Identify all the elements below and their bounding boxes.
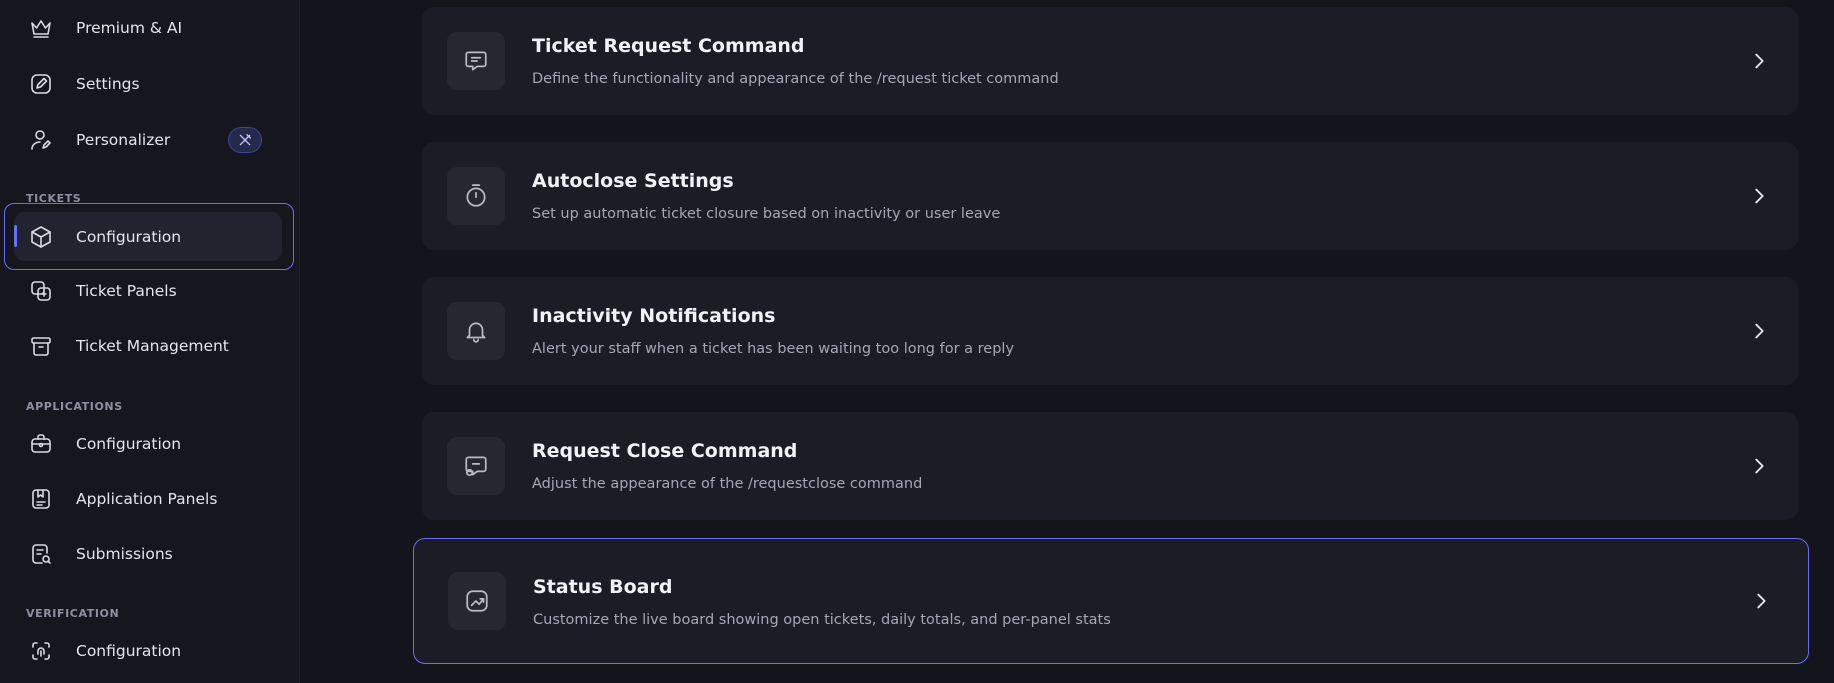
- sidebar-item-label: Application Panels: [76, 490, 218, 508]
- document-bookmark-icon: [26, 484, 56, 514]
- sidebar-item-label: Premium & AI: [76, 19, 183, 37]
- sidebar-item-ticket-panels[interactable]: Ticket Panels: [14, 266, 282, 316]
- edit-icon: [26, 69, 56, 99]
- card-title: Autoclose Settings: [532, 170, 734, 192]
- section-title-applications: APPLICATIONS: [26, 400, 123, 413]
- active-indicator: [14, 225, 17, 247]
- tools-icon: [228, 127, 262, 153]
- sidebar-item-label: Configuration: [76, 227, 182, 246]
- section-title-verification: VERIFICATION: [26, 607, 120, 620]
- message-close-icon: [447, 437, 505, 495]
- chevron-right-icon: [1748, 185, 1770, 207]
- sidebar-item-personalizer[interactable]: Personalizer: [14, 115, 282, 165]
- sidebar-item-label: Personalizer: [76, 131, 171, 149]
- sidebar-item-label: Configuration: [76, 642, 182, 660]
- chevron-right-icon: [1748, 320, 1770, 342]
- sidebar-item-tickets-configuration[interactable]: Configuration: [14, 212, 282, 261]
- message-icon: [447, 32, 505, 90]
- stopwatch-icon: [447, 167, 505, 225]
- card-description: Define the functionality and appearance …: [532, 71, 1059, 87]
- document-search-icon: [26, 539, 56, 569]
- card-description: Set up automatic ticket closure based on…: [532, 206, 1001, 222]
- card-request-close-command[interactable]: Request Close Command Adjust the appeara…: [422, 412, 1798, 520]
- crown-icon: [26, 13, 56, 43]
- sidebar: Premium & AI Settings Personalizer TICKE…: [0, 0, 300, 683]
- sidebar-item-application-panels[interactable]: Application Panels: [14, 474, 282, 524]
- app-root: Premium & AI Settings Personalizer TICKE…: [0, 0, 1834, 683]
- sidebar-item-label: Ticket Panels: [76, 282, 177, 300]
- chevron-right-icon: [1750, 590, 1772, 612]
- chart-square-icon: [448, 572, 506, 630]
- sidebar-item-settings[interactable]: Settings: [14, 59, 282, 109]
- sidebar-item-label: Settings: [76, 75, 140, 93]
- user-edit-icon: [26, 125, 56, 155]
- card-description: Customize the live board showing open ti…: [533, 612, 1111, 628]
- card-title: Inactivity Notifications: [532, 305, 776, 327]
- sidebar-item-applications-configuration[interactable]: Configuration: [14, 419, 282, 469]
- sidebar-item-label: Configuration: [76, 435, 182, 453]
- sidebar-item-premium-ai[interactable]: Premium & AI: [14, 3, 282, 53]
- sidebar-item-verification-configuration[interactable]: Configuration: [14, 626, 282, 676]
- card-status-board[interactable]: Status Board Customize the live board sh…: [413, 538, 1809, 664]
- card-description: Alert your staff when a ticket has been …: [532, 341, 1015, 357]
- archive-icon: [26, 331, 56, 361]
- card-inactivity-notifications[interactable]: Inactivity Notifications Alert your staf…: [422, 277, 1798, 385]
- cube-icon: [26, 222, 56, 252]
- briefcase-icon: [26, 429, 56, 459]
- chevron-right-icon: [1748, 455, 1770, 477]
- card-autoclose-settings[interactable]: Autoclose Settings Set up automatic tick…: [422, 142, 1798, 250]
- sidebar-item-label: Submissions: [76, 545, 173, 563]
- card-title: Status Board: [533, 576, 673, 598]
- fingerprint-icon: [26, 636, 56, 666]
- sidebar-item-submissions[interactable]: Submissions: [14, 529, 282, 579]
- chevron-right-icon: [1748, 50, 1770, 72]
- card-title: Ticket Request Command: [532, 35, 805, 57]
- sidebar-item-label: Ticket Management: [76, 337, 229, 355]
- card-description: Adjust the appearance of the /requestclo…: [532, 476, 923, 492]
- panels-add-icon: [26, 276, 56, 306]
- sidebar-item-ticket-management[interactable]: Ticket Management: [14, 321, 282, 371]
- card-ticket-request-command[interactable]: Ticket Request Command Define the functi…: [422, 7, 1798, 115]
- bell-icon: [447, 302, 505, 360]
- card-title: Request Close Command: [532, 440, 798, 462]
